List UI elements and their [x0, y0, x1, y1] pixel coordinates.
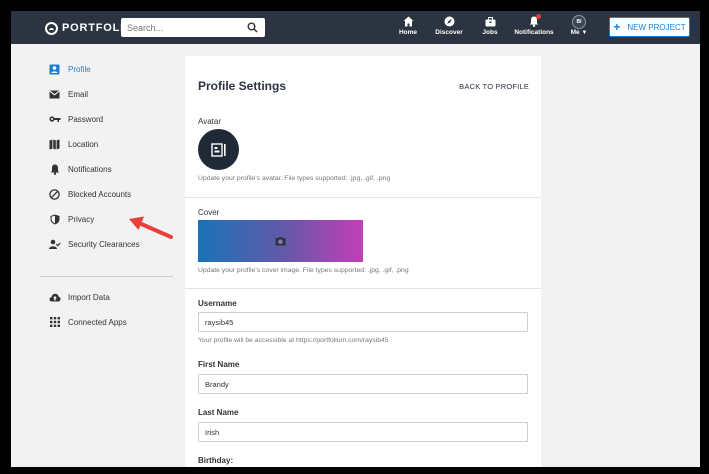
home-icon: [403, 16, 413, 27]
red-annotation-arrow-icon: [129, 216, 173, 239]
sidebar-item-label: Notifications: [68, 164, 112, 174]
sidebar-item-notifications[interactable]: Notifications: [48, 162, 112, 176]
nav-me-label: Me ▼: [570, 29, 588, 36]
nav-notifications-label: Notifications: [514, 29, 554, 36]
profile-card-icon: [49, 64, 60, 74]
camera-icon: [275, 236, 286, 245]
app-window: PORTFOLIUM Home Dis: [11, 11, 700, 467]
sidebar-item-label: Profile: [68, 64, 91, 74]
user-check-icon: [48, 239, 61, 249]
new-project-label: NEW PROJECT: [627, 22, 686, 32]
top-navigation-bar: PORTFOLIUM Home Dis: [11, 11, 700, 44]
nav-discover[interactable]: Discover: [432, 15, 466, 36]
nav-notifications[interactable]: Notifications: [514, 14, 554, 36]
cover-label: Cover: [198, 208, 220, 217]
back-to-profile-link[interactable]: BACK TO PROFILE: [459, 82, 529, 91]
map-icon: [49, 139, 60, 149]
sidebar-item-location[interactable]: Location: [48, 137, 98, 151]
sidebar-item-security-clearances[interactable]: Security Clearances: [48, 237, 140, 251]
compass-icon: [444, 16, 454, 27]
sidebar-item-connected-apps[interactable]: Connected Apps: [48, 315, 127, 329]
sidebar-item-label: Privacy: [68, 214, 95, 224]
nav-home[interactable]: Home: [394, 15, 422, 36]
last-name-field[interactable]: [198, 422, 528, 442]
last-name-label: Last Name: [198, 408, 239, 417]
first-name-field[interactable]: [198, 374, 528, 394]
birthday-label: Birthday:: [198, 456, 234, 465]
nav-jobs[interactable]: Jobs: [477, 15, 503, 36]
caret-down-icon: ▼: [581, 30, 588, 36]
sidebar-item-profile[interactable]: Profile: [48, 62, 91, 76]
section-divider: [185, 288, 541, 289]
plus-icon: +: [613, 20, 621, 34]
sidebar-divider: [40, 276, 173, 277]
cover-image-upload[interactable]: [198, 220, 363, 262]
username-help-text: Your profile will be accessible at https…: [198, 337, 389, 344]
notification-badge: [536, 14, 541, 19]
avatar-label: Avatar: [198, 117, 221, 126]
profile-settings-card: Profile Settings BACK TO PROFILE Avatar …: [185, 56, 541, 467]
sidebar-item-label: Password: [68, 114, 104, 124]
avatar-help-text: Update your profile's avatar. File types…: [198, 175, 391, 182]
search-icon[interactable]: [247, 22, 258, 33]
nav-jobs-label: Jobs: [482, 29, 498, 36]
avatar-upload[interactable]: [198, 129, 239, 170]
cover-help-text: Update your profile's cover image. File …: [198, 267, 409, 274]
sidebar-item-password[interactable]: Password: [48, 112, 103, 126]
bell-icon: [50, 164, 59, 175]
sidebar-item-label: Blocked Accounts: [68, 189, 132, 199]
nav-home-label: Home: [398, 29, 418, 36]
grid-icon: [49, 317, 60, 327]
new-project-button[interactable]: + NEW PROJECT: [609, 17, 690, 37]
first-name-label: First Name: [198, 360, 240, 369]
nav-discover-label: Discover: [435, 29, 463, 36]
blocked-icon: [49, 188, 60, 200]
sidebar-item-label: Connected Apps: [68, 317, 127, 327]
envelope-icon: [49, 89, 60, 98]
user-avatar: BI: [572, 14, 586, 29]
sidebar-item-label: Import Data: [68, 292, 110, 302]
sidebar-item-blocked-accounts[interactable]: Blocked Accounts: [48, 187, 131, 201]
sidebar-item-import-data[interactable]: Import Data: [48, 290, 110, 304]
search-input[interactable]: [121, 18, 239, 37]
avatar-placeholder-icon: [210, 142, 226, 157]
page-title: Profile Settings: [198, 79, 287, 93]
briefcase-icon: [485, 16, 495, 26]
username-label: Username: [198, 299, 237, 308]
key-icon: [48, 116, 60, 122]
sidebar-item-label: Email: [68, 89, 89, 99]
sidebar-item-privacy[interactable]: Privacy: [48, 212, 94, 226]
search-box: [121, 18, 265, 37]
nav-me[interactable]: BI Me ▼: [566, 14, 592, 36]
cloud-upload-icon: [49, 293, 60, 301]
username-field[interactable]: [198, 312, 528, 332]
sidebar-item-label: Location: [68, 139, 99, 149]
section-divider: [185, 197, 541, 198]
shield-icon: [50, 214, 59, 224]
logo-icon: [45, 21, 58, 35]
sidebar-item-email[interactable]: Email: [48, 87, 88, 101]
